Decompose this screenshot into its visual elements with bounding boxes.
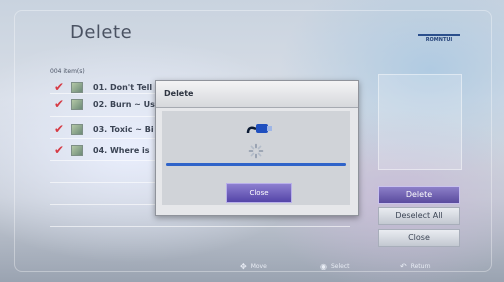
dialog-close-button[interactable]: Close: [226, 183, 292, 203]
music-file-icon: [71, 123, 83, 135]
device-badge: ROMNTUI: [418, 34, 460, 44]
footer-return-label: Return: [410, 262, 431, 270]
select-circle-icon: ◉: [320, 261, 327, 271]
list-item-label: 04. Where is: [93, 145, 150, 155]
usb-cable-icon: [246, 124, 272, 134]
dialog-title: Delete: [164, 89, 194, 98]
progress-fill: [166, 163, 346, 166]
deselect-all-button[interactable]: Deselect All: [378, 207, 460, 225]
footer-move-label: Move: [250, 262, 267, 270]
preview-panel: [378, 74, 462, 170]
footer-select-label: Select: [330, 262, 350, 270]
loading-spinner-icon: [248, 143, 264, 159]
list-item-label: 01. Don't Tell: [93, 82, 153, 92]
music-file-icon: [71, 98, 83, 110]
return-arrow-icon: ↶: [400, 261, 407, 271]
list-item-label: 03. Toxic ~ Bi: [93, 124, 154, 134]
row-divider: [50, 226, 350, 227]
checkmark-icon: ✔: [54, 143, 65, 157]
delete-dialog: Delete Close: [155, 80, 359, 216]
footer-return-hint: ↶ Return: [400, 260, 431, 272]
music-file-icon: [71, 144, 83, 156]
checkmark-icon: ✔: [54, 97, 65, 111]
delete-button[interactable]: Delete: [378, 186, 460, 204]
dialog-header: Delete: [156, 81, 358, 108]
progress-bar: [166, 163, 346, 166]
footer-move-hint: ✥ Move: [240, 260, 267, 272]
dialog-body: Close: [162, 111, 350, 205]
list-item-label: 02. Burn ~ Us: [93, 99, 155, 109]
checkmark-icon: ✔: [54, 122, 65, 136]
footer-select-hint: ◉ Select: [320, 260, 350, 272]
checkmark-icon: ✔: [54, 80, 65, 94]
close-button[interactable]: Close: [378, 229, 460, 247]
blu-ray-menu-screen: Delete ROMNTUI 004 item(s) ✔ 01. Don't T…: [0, 0, 504, 282]
music-file-icon: [71, 81, 83, 93]
page-title: Delete: [70, 22, 133, 43]
item-count: 004 item(s): [50, 68, 85, 75]
move-arrows-icon: ✥: [240, 261, 247, 271]
